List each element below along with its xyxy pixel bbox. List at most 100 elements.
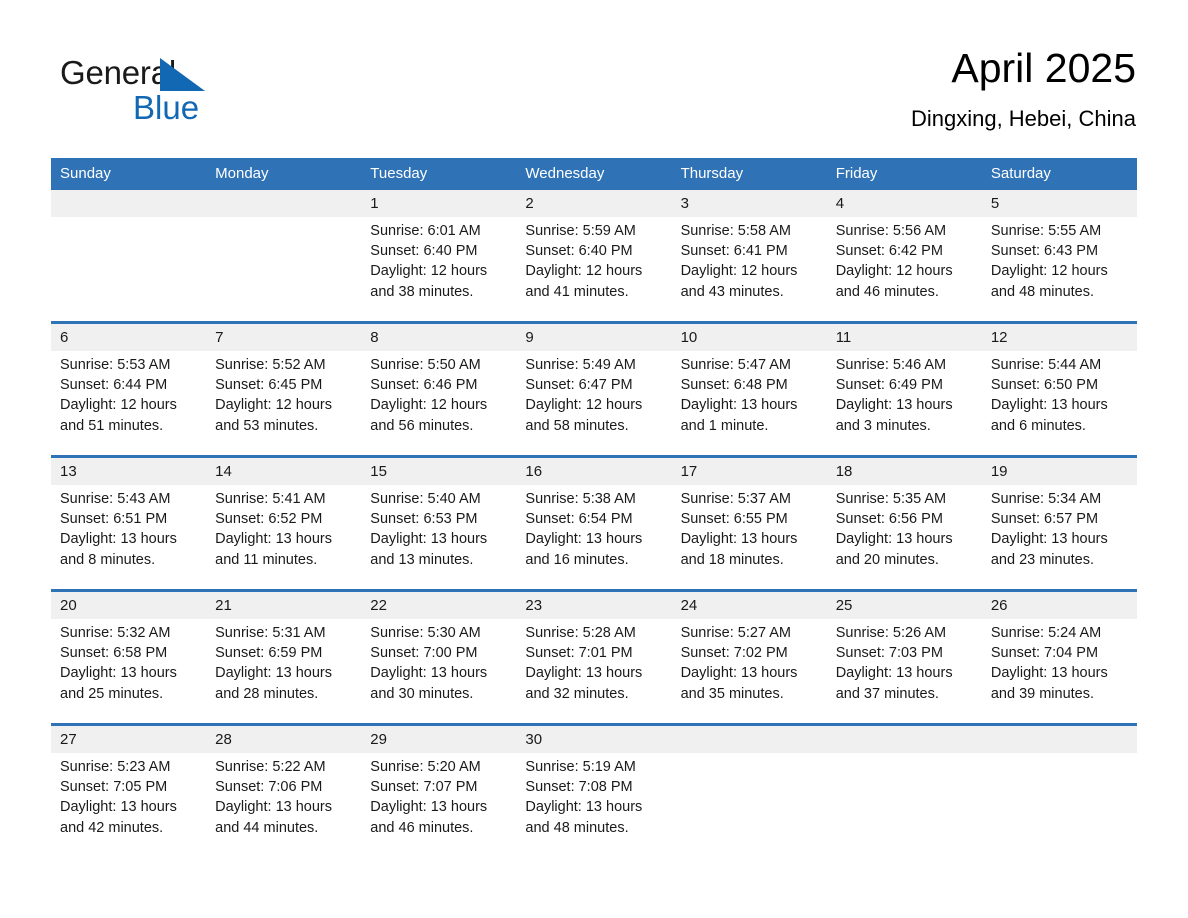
- day-detail-line: and 28 minutes.: [215, 685, 319, 702]
- day-number[interactable]: 26: [981, 589, 1137, 619]
- day-cell[interactable]: Sunrise: 5:31 AM Sunset: 6:59 PM Daylight:…: [206, 619, 362, 725]
- day-detail-line: Daylight: 13 hours: [990, 531, 1108, 548]
- day-number[interactable]: 13: [51, 455, 207, 485]
- day-cell[interactable]: Sunrise: 5:20 AM Sunset: 7:07 PM Daylight:…: [361, 753, 517, 843]
- day-detail-line: Daylight: 12 hours: [680, 263, 798, 280]
- week-detail-row: Sunrise: 6:01 AM Sunset: 6:40 PM Daylight:…: [51, 217, 1137, 323]
- day-number[interactable]: 18: [826, 455, 982, 485]
- day-detail-line: and 58 minutes.: [525, 417, 629, 434]
- day-detail-line: Sunrise: 5:22 AM: [215, 759, 326, 775]
- day-cell[interactable]: Sunrise: 5:59 AM Sunset: 6:40 PM Daylight:…: [516, 217, 672, 323]
- day-detail-line: and 13 minutes.: [370, 551, 474, 568]
- day-number-empty: [51, 190, 207, 217]
- day-number[interactable]: 7: [206, 321, 362, 351]
- day-cell[interactable]: Sunrise: 5:27 AM Sunset: 7:02 PM Daylight:…: [671, 619, 827, 725]
- day-number[interactable]: 30: [516, 723, 672, 753]
- day-number[interactable]: 15: [361, 455, 517, 485]
- day-cell[interactable]: Sunrise: 5:41 AM Sunset: 6:52 PM Daylight:…: [206, 485, 362, 591]
- day-detail-line: Sunset: 6:51 PM: [60, 511, 168, 528]
- day-detail-line: and 30 minutes.: [370, 685, 474, 702]
- day-number[interactable]: 25: [826, 589, 982, 619]
- weekday-header-wednesday: Wednesday: [516, 158, 672, 190]
- day-detail-line: Sunset: 7:07 PM: [370, 779, 478, 796]
- page-title: April 2025: [951, 45, 1136, 91]
- day-cell[interactable]: Sunrise: 5:46 AM Sunset: 6:49 PM Daylight:…: [826, 351, 982, 457]
- day-detail-line: Daylight: 13 hours: [525, 531, 643, 548]
- day-detail-line: Daylight: 13 hours: [680, 531, 798, 548]
- day-detail-line: Daylight: 12 hours: [525, 263, 643, 280]
- day-cell[interactable]: Sunrise: 5:26 AM Sunset: 7:03 PM Daylight:…: [826, 619, 982, 725]
- day-cell[interactable]: Sunrise: 5:23 AM Sunset: 7:05 PM Daylight:…: [51, 753, 207, 843]
- day-number[interactable]: 19: [981, 455, 1137, 485]
- day-cell[interactable]: Sunrise: 5:55 AM Sunset: 6:43 PM Daylight:…: [981, 217, 1137, 323]
- day-detail-line: and 6 minutes.: [990, 417, 1086, 434]
- day-number[interactable]: 4: [826, 190, 982, 217]
- day-number[interactable]: 17: [671, 455, 827, 485]
- day-detail-line: Sunset: 6:58 PM: [60, 645, 168, 662]
- day-cell[interactable]: Sunrise: 5:53 AM Sunset: 6:44 PM Daylight:…: [51, 351, 207, 457]
- day-number[interactable]: 14: [206, 455, 362, 485]
- day-cell[interactable]: Sunrise: 5:43 AM Sunset: 6:51 PM Daylight:…: [51, 485, 207, 591]
- day-cell[interactable]: Sunrise: 5:56 AM Sunset: 6:42 PM Daylight:…: [826, 217, 982, 323]
- day-number[interactable]: 24: [671, 589, 827, 619]
- day-cell[interactable]: Sunrise: 5:37 AM Sunset: 6:55 PM Daylight:…: [671, 485, 827, 591]
- day-cell[interactable]: Sunrise: 5:32 AM Sunset: 6:58 PM Daylight:…: [51, 619, 207, 725]
- day-cell[interactable]: Sunrise: 5:50 AM Sunset: 6:46 PM Daylight:…: [361, 351, 517, 457]
- day-number[interactable]: 10: [671, 321, 827, 351]
- day-detail-line: Sunset: 6:53 PM: [370, 511, 478, 528]
- day-cell[interactable]: Sunrise: 5:52 AM Sunset: 6:45 PM Daylight:…: [206, 351, 362, 457]
- day-detail-line: Daylight: 13 hours: [60, 665, 177, 682]
- day-detail-line: Sunset: 6:59 PM: [215, 645, 323, 662]
- day-cell[interactable]: Sunrise: 5:35 AM Sunset: 6:56 PM Daylight:…: [826, 485, 982, 591]
- day-number[interactable]: 12: [981, 321, 1137, 351]
- day-number[interactable]: 22: [361, 589, 517, 619]
- day-cell[interactable]: Sunrise: 5:28 AM Sunset: 7:01 PM Daylight:…: [516, 619, 672, 725]
- day-number[interactable]: 21: [206, 589, 362, 619]
- day-cell[interactable]: Sunrise: 5:22 AM Sunset: 7:06 PM Daylight:…: [206, 753, 362, 843]
- day-number[interactable]: 5: [981, 190, 1137, 217]
- day-detail-line: Sunset: 7:01 PM: [525, 645, 633, 662]
- day-cell[interactable]: Sunrise: 5:30 AM Sunset: 7:00 PM Daylight:…: [361, 619, 517, 725]
- day-detail-line: Daylight: 13 hours: [835, 397, 953, 414]
- day-number[interactable]: 8: [361, 321, 517, 351]
- day-detail-line: Daylight: 12 hours: [835, 263, 953, 280]
- day-cell[interactable]: Sunrise: 6:01 AM Sunset: 6:40 PM Daylight:…: [361, 217, 517, 323]
- day-number[interactable]: 16: [516, 455, 672, 485]
- day-number[interactable]: 9: [516, 321, 672, 351]
- day-number[interactable]: 2: [516, 190, 672, 217]
- day-detail-line: Sunrise: 5:50 AM: [370, 357, 481, 373]
- day-detail-line: Sunset: 6:40 PM: [525, 243, 633, 260]
- day-number[interactable]: 27: [51, 723, 207, 753]
- day-number[interactable]: 6: [51, 321, 207, 351]
- day-cell[interactable]: Sunrise: 5:38 AM Sunset: 6:54 PM Daylight:…: [516, 485, 672, 591]
- day-detail-line: Sunrise: 5:43 AM: [60, 491, 171, 507]
- day-cell[interactable]: Sunrise: 5:24 AM Sunset: 7:04 PM Daylight:…: [981, 619, 1137, 725]
- day-cell[interactable]: Sunrise: 5:19 AM Sunset: 7:08 PM Daylight:…: [516, 753, 672, 843]
- day-number[interactable]: 11: [826, 321, 982, 351]
- day-detail-line: Daylight: 13 hours: [60, 799, 177, 816]
- day-detail-line: and 41 minutes.: [525, 283, 629, 300]
- day-detail-line: Daylight: 13 hours: [990, 665, 1108, 682]
- day-detail-line: and 46 minutes.: [370, 819, 474, 836]
- weekday-header-saturday: Saturday: [981, 158, 1137, 190]
- day-cell[interactable]: Sunrise: 5:58 AM Sunset: 6:41 PM Daylight:…: [671, 217, 827, 323]
- weekday-header-tuesday: Tuesday: [361, 158, 517, 190]
- day-cell[interactable]: Sunrise: 5:44 AM Sunset: 6:50 PM Daylight:…: [981, 351, 1137, 457]
- week-detail-row: Sunrise: 5:32 AM Sunset: 6:58 PM Daylight:…: [51, 619, 1137, 725]
- day-detail-line: and 51 minutes.: [60, 417, 164, 434]
- day-cell[interactable]: Sunrise: 5:49 AM Sunset: 6:47 PM Daylight:…: [516, 351, 672, 457]
- day-number[interactable]: 28: [206, 723, 362, 753]
- day-number[interactable]: 3: [671, 190, 827, 217]
- day-cell[interactable]: Sunrise: 5:34 AM Sunset: 6:57 PM Daylight:…: [981, 485, 1137, 591]
- day-number[interactable]: 1: [361, 190, 517, 217]
- day-number[interactable]: 29: [361, 723, 517, 753]
- day-number[interactable]: 20: [51, 589, 207, 619]
- day-detail-line: and 39 minutes.: [990, 685, 1095, 702]
- day-detail-line: Sunrise: 5:55 AM: [990, 223, 1102, 239]
- day-cell[interactable]: Sunrise: 5:47 AM Sunset: 6:48 PM Daylight:…: [671, 351, 827, 457]
- day-detail-line: Sunset: 6:52 PM: [215, 511, 323, 528]
- calendar-page: General Blue April 2025 Dingxing, Hebei,…: [0, 0, 1188, 918]
- day-cell[interactable]: Sunrise: 5:40 AM Sunset: 6:53 PM Daylight:…: [361, 485, 517, 591]
- day-detail-line: Sunset: 7:02 PM: [680, 645, 788, 662]
- day-number[interactable]: 23: [516, 589, 672, 619]
